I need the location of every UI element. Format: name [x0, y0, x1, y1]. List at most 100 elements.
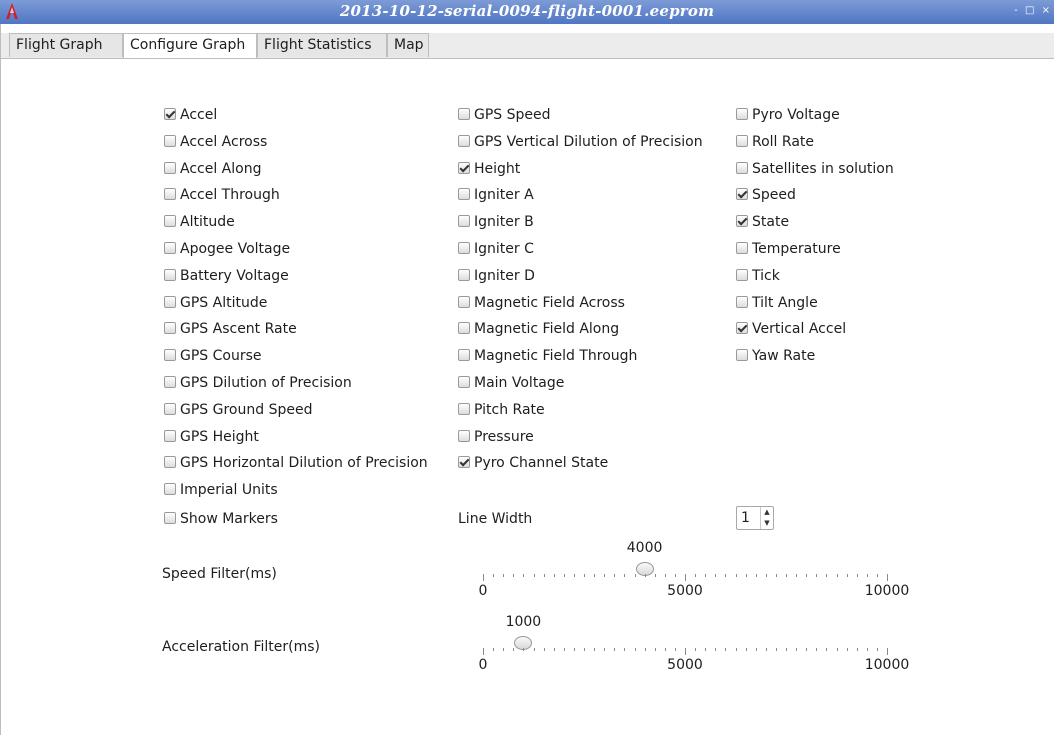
checkbox-yaw-rate[interactable]: Yaw Rate [736, 347, 815, 365]
checkbox-icon[interactable] [736, 296, 748, 308]
checkbox-accel-along[interactable]: Accel Along [164, 160, 261, 178]
tab-configure-graph[interactable]: Configure Graph [123, 33, 257, 58]
checkbox-main-voltage[interactable]: Main Voltage [458, 374, 564, 392]
checkbox-temperature[interactable]: Temperature [736, 240, 841, 258]
checkbox-battery-voltage[interactable]: Battery Voltage [164, 267, 289, 285]
checkbox-icon[interactable] [458, 430, 470, 442]
tab-flight-graph[interactable]: Flight Graph [9, 33, 123, 57]
checkbox-igniter-c[interactable]: Igniter C [458, 240, 534, 258]
checkbox-icon[interactable] [458, 242, 470, 254]
checkbox-icon[interactable] [458, 403, 470, 415]
slider-tick-mark [705, 648, 707, 651]
checkbox-icon[interactable] [164, 376, 176, 388]
speed-filter-slider[interactable]: 4000 0 5000 10000 [479, 540, 910, 600]
checkbox-icon[interactable] [164, 322, 176, 334]
checkbox-icon[interactable] [164, 483, 176, 495]
checkbox-imperial-units[interactable]: Imperial Units [164, 481, 278, 499]
tab-bar: Flight Graph Configure Graph Flight Stat… [1, 33, 1054, 59]
checkbox-icon[interactable] [164, 242, 176, 254]
close-icon[interactable]: × [1042, 5, 1052, 16]
checkbox-icon[interactable] [164, 135, 176, 147]
checkbox-icon[interactable] [164, 403, 176, 415]
checkbox-gps-ground-speed[interactable]: GPS Ground Speed [164, 401, 312, 419]
checkbox-icon[interactable] [164, 162, 176, 174]
tab-map[interactable]: Map [387, 33, 429, 57]
checkbox-icon[interactable] [164, 296, 176, 308]
show-markers-checkbox[interactable]: Show Markers [164, 510, 278, 528]
checkbox-magnetic-field-across[interactable]: Magnetic Field Across [458, 294, 625, 312]
checkbox-icon[interactable] [458, 108, 470, 120]
checkbox-gps-speed[interactable]: GPS Speed [458, 106, 551, 124]
checkbox-icon[interactable] [736, 215, 748, 227]
line-width-value[interactable]: 1 [741, 510, 750, 526]
checkbox-icon[interactable] [458, 215, 470, 227]
checkbox-icon[interactable] [736, 108, 748, 120]
acceleration-filter-slider[interactable]: 1000 0 5000 10000 [479, 614, 910, 674]
spinner-up-icon[interactable]: ▲ [761, 507, 773, 518]
slider-ticks [483, 648, 888, 656]
checkbox-satellites-in-solution[interactable]: Satellites in solution [736, 160, 894, 178]
checkbox-apogee-voltage[interactable]: Apogee Voltage [164, 240, 290, 258]
checkbox-tick[interactable]: Tick [736, 267, 780, 285]
checkbox-state[interactable]: State [736, 213, 789, 231]
checkbox-gps-horizontal-dilution-of-precision[interactable]: GPS Horizontal Dilution of Precision [164, 454, 428, 472]
checkbox-accel-through[interactable]: Accel Through [164, 186, 280, 204]
checkbox-pitch-rate[interactable]: Pitch Rate [458, 401, 545, 419]
checkbox-accel[interactable]: Accel [164, 106, 217, 124]
checkbox-roll-rate[interactable]: Roll Rate [736, 133, 814, 151]
checkbox-icon[interactable] [458, 135, 470, 147]
checkbox-icon[interactable] [458, 322, 470, 334]
checkbox-icon[interactable] [164, 269, 176, 281]
checkbox-icon[interactable] [164, 215, 176, 227]
checkbox-icon[interactable] [458, 376, 470, 388]
checkbox-icon[interactable] [164, 430, 176, 442]
checkbox-gps-ascent-rate[interactable]: GPS Ascent Rate [164, 320, 297, 338]
checkbox-icon[interactable] [458, 188, 470, 200]
checkbox-pressure[interactable]: Pressure [458, 428, 534, 446]
checkbox-icon[interactable] [164, 349, 176, 361]
checkbox-gps-course[interactable]: GPS Course [164, 347, 262, 365]
slider-tick-mark [887, 648, 888, 655]
checkbox-igniter-d[interactable]: Igniter D [458, 267, 535, 285]
checkbox-icon[interactable] [164, 512, 176, 524]
checkbox-gps-altitude[interactable]: GPS Altitude [164, 294, 267, 312]
checkbox-icon[interactable] [736, 242, 748, 254]
minimize-icon[interactable]: - [1014, 5, 1020, 16]
checkbox-gps-dilution-of-precision[interactable]: GPS Dilution of Precision [164, 374, 352, 392]
checkbox-icon[interactable] [458, 162, 470, 174]
checkbox-tilt-angle[interactable]: Tilt Angle [736, 294, 818, 312]
slider-tick-label: 10000 [864, 657, 910, 673]
checkbox-icon[interactable] [458, 456, 470, 468]
slider-tick-mark [614, 648, 616, 651]
checkbox-icon[interactable] [736, 349, 748, 361]
checkbox-pyro-voltage[interactable]: Pyro Voltage [736, 106, 840, 124]
line-width-spinner[interactable]: 1 ▲ ▼ [736, 506, 774, 530]
checkbox-icon[interactable] [458, 269, 470, 281]
checkbox-igniter-b[interactable]: Igniter B [458, 213, 534, 231]
checkbox-icon[interactable] [736, 135, 748, 147]
checkbox-altitude[interactable]: Altitude [164, 213, 235, 231]
checkbox-icon[interactable] [736, 322, 748, 334]
slider-tick-mark [695, 574, 697, 577]
checkbox-igniter-a[interactable]: Igniter A [458, 186, 534, 204]
checkbox-icon[interactable] [736, 162, 748, 174]
checkbox-icon[interactable] [458, 296, 470, 308]
checkbox-pyro-channel-state[interactable]: Pyro Channel State [458, 454, 608, 472]
checkbox-vertical-accel[interactable]: Vertical Accel [736, 320, 846, 338]
checkbox-gps-height[interactable]: GPS Height [164, 428, 259, 446]
checkbox-gps-vertical-dilution-of-precision[interactable]: GPS Vertical Dilution of Precision [458, 133, 703, 151]
checkbox-accel-across[interactable]: Accel Across [164, 133, 267, 151]
checkbox-speed[interactable]: Speed [736, 186, 796, 204]
checkbox-icon[interactable] [164, 456, 176, 468]
spinner-down-icon[interactable]: ▼ [761, 518, 773, 529]
checkbox-height[interactable]: Height [458, 160, 520, 178]
checkbox-icon[interactable] [164, 188, 176, 200]
tab-flight-statistics[interactable]: Flight Statistics [257, 33, 387, 57]
checkbox-icon[interactable] [736, 188, 748, 200]
checkbox-icon[interactable] [458, 349, 470, 361]
maximize-icon[interactable]: □ [1025, 5, 1036, 16]
checkbox-icon[interactable] [164, 108, 176, 120]
checkbox-icon[interactable] [736, 269, 748, 281]
checkbox-magnetic-field-along[interactable]: Magnetic Field Along [458, 320, 619, 338]
checkbox-magnetic-field-through[interactable]: Magnetic Field Through [458, 347, 637, 365]
